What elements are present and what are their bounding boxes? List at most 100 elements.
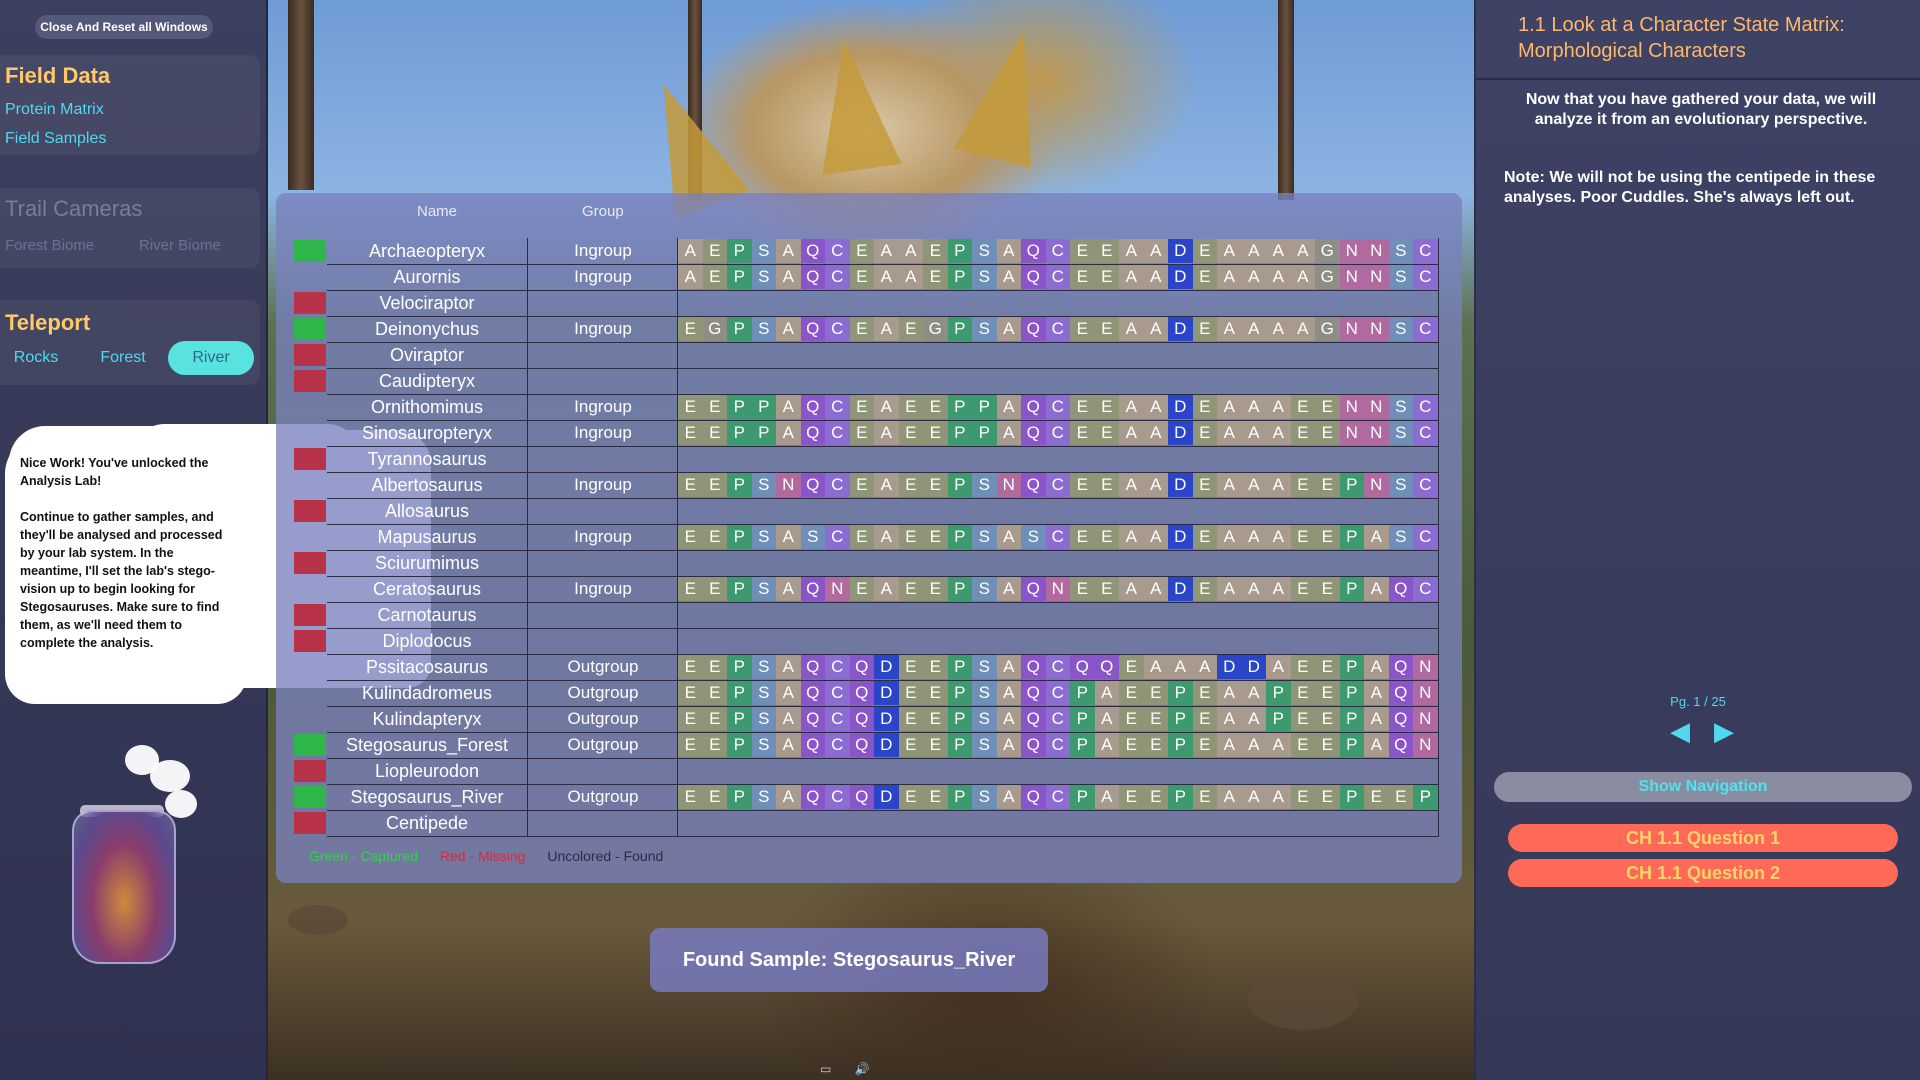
amino-acid-cell: A (1266, 525, 1291, 549)
taxon-name: Deinonychus (327, 316, 527, 343)
amino-acid-cell: E (1315, 655, 1340, 679)
amino-acid-cell: A (1241, 239, 1266, 263)
amino-acid-cell: P (947, 525, 972, 549)
status-indicator (294, 604, 326, 626)
matrix-row: Velociraptor (294, 290, 1444, 317)
amino-acid-cell: Q (800, 733, 825, 757)
amino-acid-cell: Q (1021, 707, 1046, 731)
audio-icon[interactable]: 🔊 (855, 1062, 870, 1076)
amino-acid-cell: A (678, 265, 703, 289)
amino-acid-cell: S (751, 317, 776, 341)
amino-acid-cell: D (874, 733, 899, 757)
amino-acid-cell: Q (849, 655, 874, 679)
amino-acid-cell: P (1070, 707, 1095, 731)
next-page-arrow-icon[interactable]: ▶ (1714, 716, 1734, 747)
amino-acid-cell: C (1045, 265, 1070, 289)
amino-acid-cell: D (874, 785, 899, 809)
amino-acid-cell: Q (800, 681, 825, 705)
amino-acid-cell: E (1094, 395, 1119, 419)
amino-acid-cell: E (1315, 473, 1340, 497)
amino-acid-cell: C (1045, 681, 1070, 705)
amino-acid-cell: E (678, 655, 703, 679)
window-icon[interactable]: ▭ (820, 1062, 831, 1076)
question-1-button[interactable]: CH 1.1 Question 1 (1508, 824, 1898, 852)
amino-acid-cell: P (1339, 733, 1364, 757)
amino-acid-cell: E (1290, 577, 1315, 601)
matrix-row: Liopleurodon (294, 758, 1444, 785)
teleport-forest-button[interactable]: Forest (90, 341, 156, 375)
close-reset-windows-button[interactable]: Close And Reset all Windows (35, 15, 213, 39)
question-2-button[interactable]: CH 1.1 Question 2 (1508, 859, 1898, 887)
amino-acid-cell: A (874, 473, 899, 497)
river-biome-link[interactable]: River Biome (139, 237, 221, 254)
status-indicator (294, 292, 326, 314)
prev-page-arrow-icon[interactable]: ◀ (1670, 716, 1690, 747)
amino-acid-cell: E (1192, 525, 1217, 549)
taxon-group (527, 446, 678, 473)
taxon-name: Aurornis (327, 264, 527, 291)
matrix-row: Caudipteryx (294, 368, 1444, 395)
amino-acid-cell: A (1168, 655, 1193, 679)
protein-matrix-link[interactable]: Protein Matrix (5, 101, 104, 119)
matrix-row: Albertosaurus Ingroup E E P S N Q C E A E E P S N Q C E E A A… (294, 472, 1444, 499)
amino-acid-cell: E (678, 395, 703, 419)
amino-acid-cell: S (1021, 525, 1046, 549)
amino-acid-cell: A (776, 317, 801, 341)
amino-acid-cell: P (727, 421, 752, 445)
amino-acid-cell: A (776, 421, 801, 445)
amino-acid-cell: E (702, 265, 727, 289)
amino-acid-cell: N (1364, 473, 1389, 497)
amino-acid-cell: E (923, 577, 948, 601)
forest-biome-link[interactable]: Forest Biome (5, 237, 94, 254)
matrix-row: Stegosaurus_Forest Outgroup E E P S A Q C Q D E E P S A… (294, 732, 1444, 759)
amino-acid-cell: C (825, 525, 850, 549)
amino-acid-cell: P (1168, 707, 1193, 731)
status-indicator (294, 708, 326, 730)
amino-acid-cell: Q (1388, 655, 1413, 679)
amino-acid-cell: P (1339, 707, 1364, 731)
taxon-name: Oviraptor (327, 342, 527, 369)
legend-missing: Red - Missing (439, 848, 526, 864)
amino-acid-cell: P (727, 265, 752, 289)
amino-acid-cell: A (1119, 265, 1144, 289)
matrix-row: Kulindadromeus Outgroup E E P S A Q C Q D E E P S A Q C P A… (294, 680, 1444, 707)
taxon-name: Tyrannosaurus (327, 446, 527, 473)
left-panel: Close And Reset all Windows Field Data P… (0, 0, 268, 1080)
amino-acid-cell: E (849, 239, 874, 263)
matrix-row: Mapusaurus Ingroup E E P S A S C E A E E P S A S C E E A A D E A… (294, 524, 1444, 551)
field-samples-link[interactable]: Field Samples (5, 130, 106, 148)
amino-acid-cell: E (898, 525, 923, 549)
taxon-group: Outgroup (527, 784, 678, 811)
teleport-rocks-button[interactable]: Rocks (6, 341, 66, 375)
amino-acid-cell: N (1339, 395, 1364, 419)
sequence-cell (677, 446, 1439, 473)
amino-acid-cell: E (702, 577, 727, 601)
amino-acid-cell: Q (1388, 707, 1413, 731)
amino-acid-cell: A (1143, 655, 1168, 679)
amino-acid-cell: A (1217, 733, 1242, 757)
amino-acid-cell: E (1192, 421, 1217, 445)
amino-acid-cell: S (751, 785, 776, 809)
amino-acid-cell: E (678, 577, 703, 601)
amino-acid-cell: A (1266, 265, 1291, 289)
taxon-name: Ornithomimus (327, 394, 527, 421)
amino-acid-cell: E (702, 421, 727, 445)
amino-acid-cell: A (1241, 317, 1266, 341)
amino-acid-cell: A (1217, 577, 1242, 601)
status-indicator (294, 318, 326, 340)
amino-acid-cell: P (727, 785, 752, 809)
amino-acid-cell: N (1339, 317, 1364, 341)
amino-acid-cell: E (1094, 577, 1119, 601)
amino-acid-cell: E (1094, 421, 1119, 445)
taxon-group: Ingroup (527, 524, 678, 551)
amino-acid-cell: P (727, 707, 752, 731)
amino-acid-cell: N (996, 473, 1021, 497)
amino-acid-cell: D (1168, 317, 1193, 341)
teleport-river-button[interactable]: River (168, 341, 254, 375)
amino-acid-cell: E (898, 421, 923, 445)
show-navigation-button[interactable]: Show Navigation (1494, 772, 1912, 802)
taxon-name: Stegosaurus_River (327, 784, 527, 811)
amino-acid-cell: Q (800, 239, 825, 263)
amino-acid-cell: Q (1021, 473, 1046, 497)
amino-acid-cell: C (825, 681, 850, 705)
